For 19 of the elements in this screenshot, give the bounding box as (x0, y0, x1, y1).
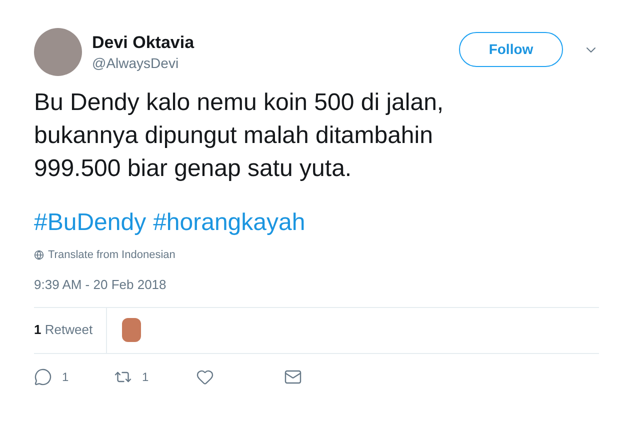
globe-icon (34, 250, 44, 260)
retweet-count-text[interactable]: 1 Retweet (34, 320, 93, 340)
follow-button[interactable]: Follow (459, 32, 563, 67)
tweet-text-line: 999.500 biar genap satu yuta. (34, 154, 353, 184)
author-name[interactable]: Devi Oktavia (92, 32, 194, 54)
tweet-text-line: Bu Dendy kalo nemu koin 500 di jalan, (34, 88, 445, 118)
heart-icon[interactable] (196, 368, 214, 386)
hashtag-link[interactable]: #BuDendy (34, 207, 146, 239)
tweet-text-line: bukannya dipungut malah ditambahin (34, 121, 434, 151)
action-count: 1 (142, 368, 149, 386)
translate-link[interactable]: Translate from Indonesian (48, 247, 176, 264)
speech-bubble-icon[interactable] (34, 368, 52, 386)
hashtag-link[interactable]: #horangkayah (153, 207, 306, 239)
timestamp[interactable]: 9:39 AM - 20 Feb 2018 (34, 276, 599, 292)
retweeter-avatar-placeholder[interactable] (122, 318, 141, 342)
envelope-icon[interactable] (284, 368, 302, 386)
action-count: 1 (62, 368, 69, 386)
avatar-photo-placeholder[interactable] (34, 28, 82, 76)
author-handle[interactable]: @AlwaysDevi (92, 54, 194, 72)
